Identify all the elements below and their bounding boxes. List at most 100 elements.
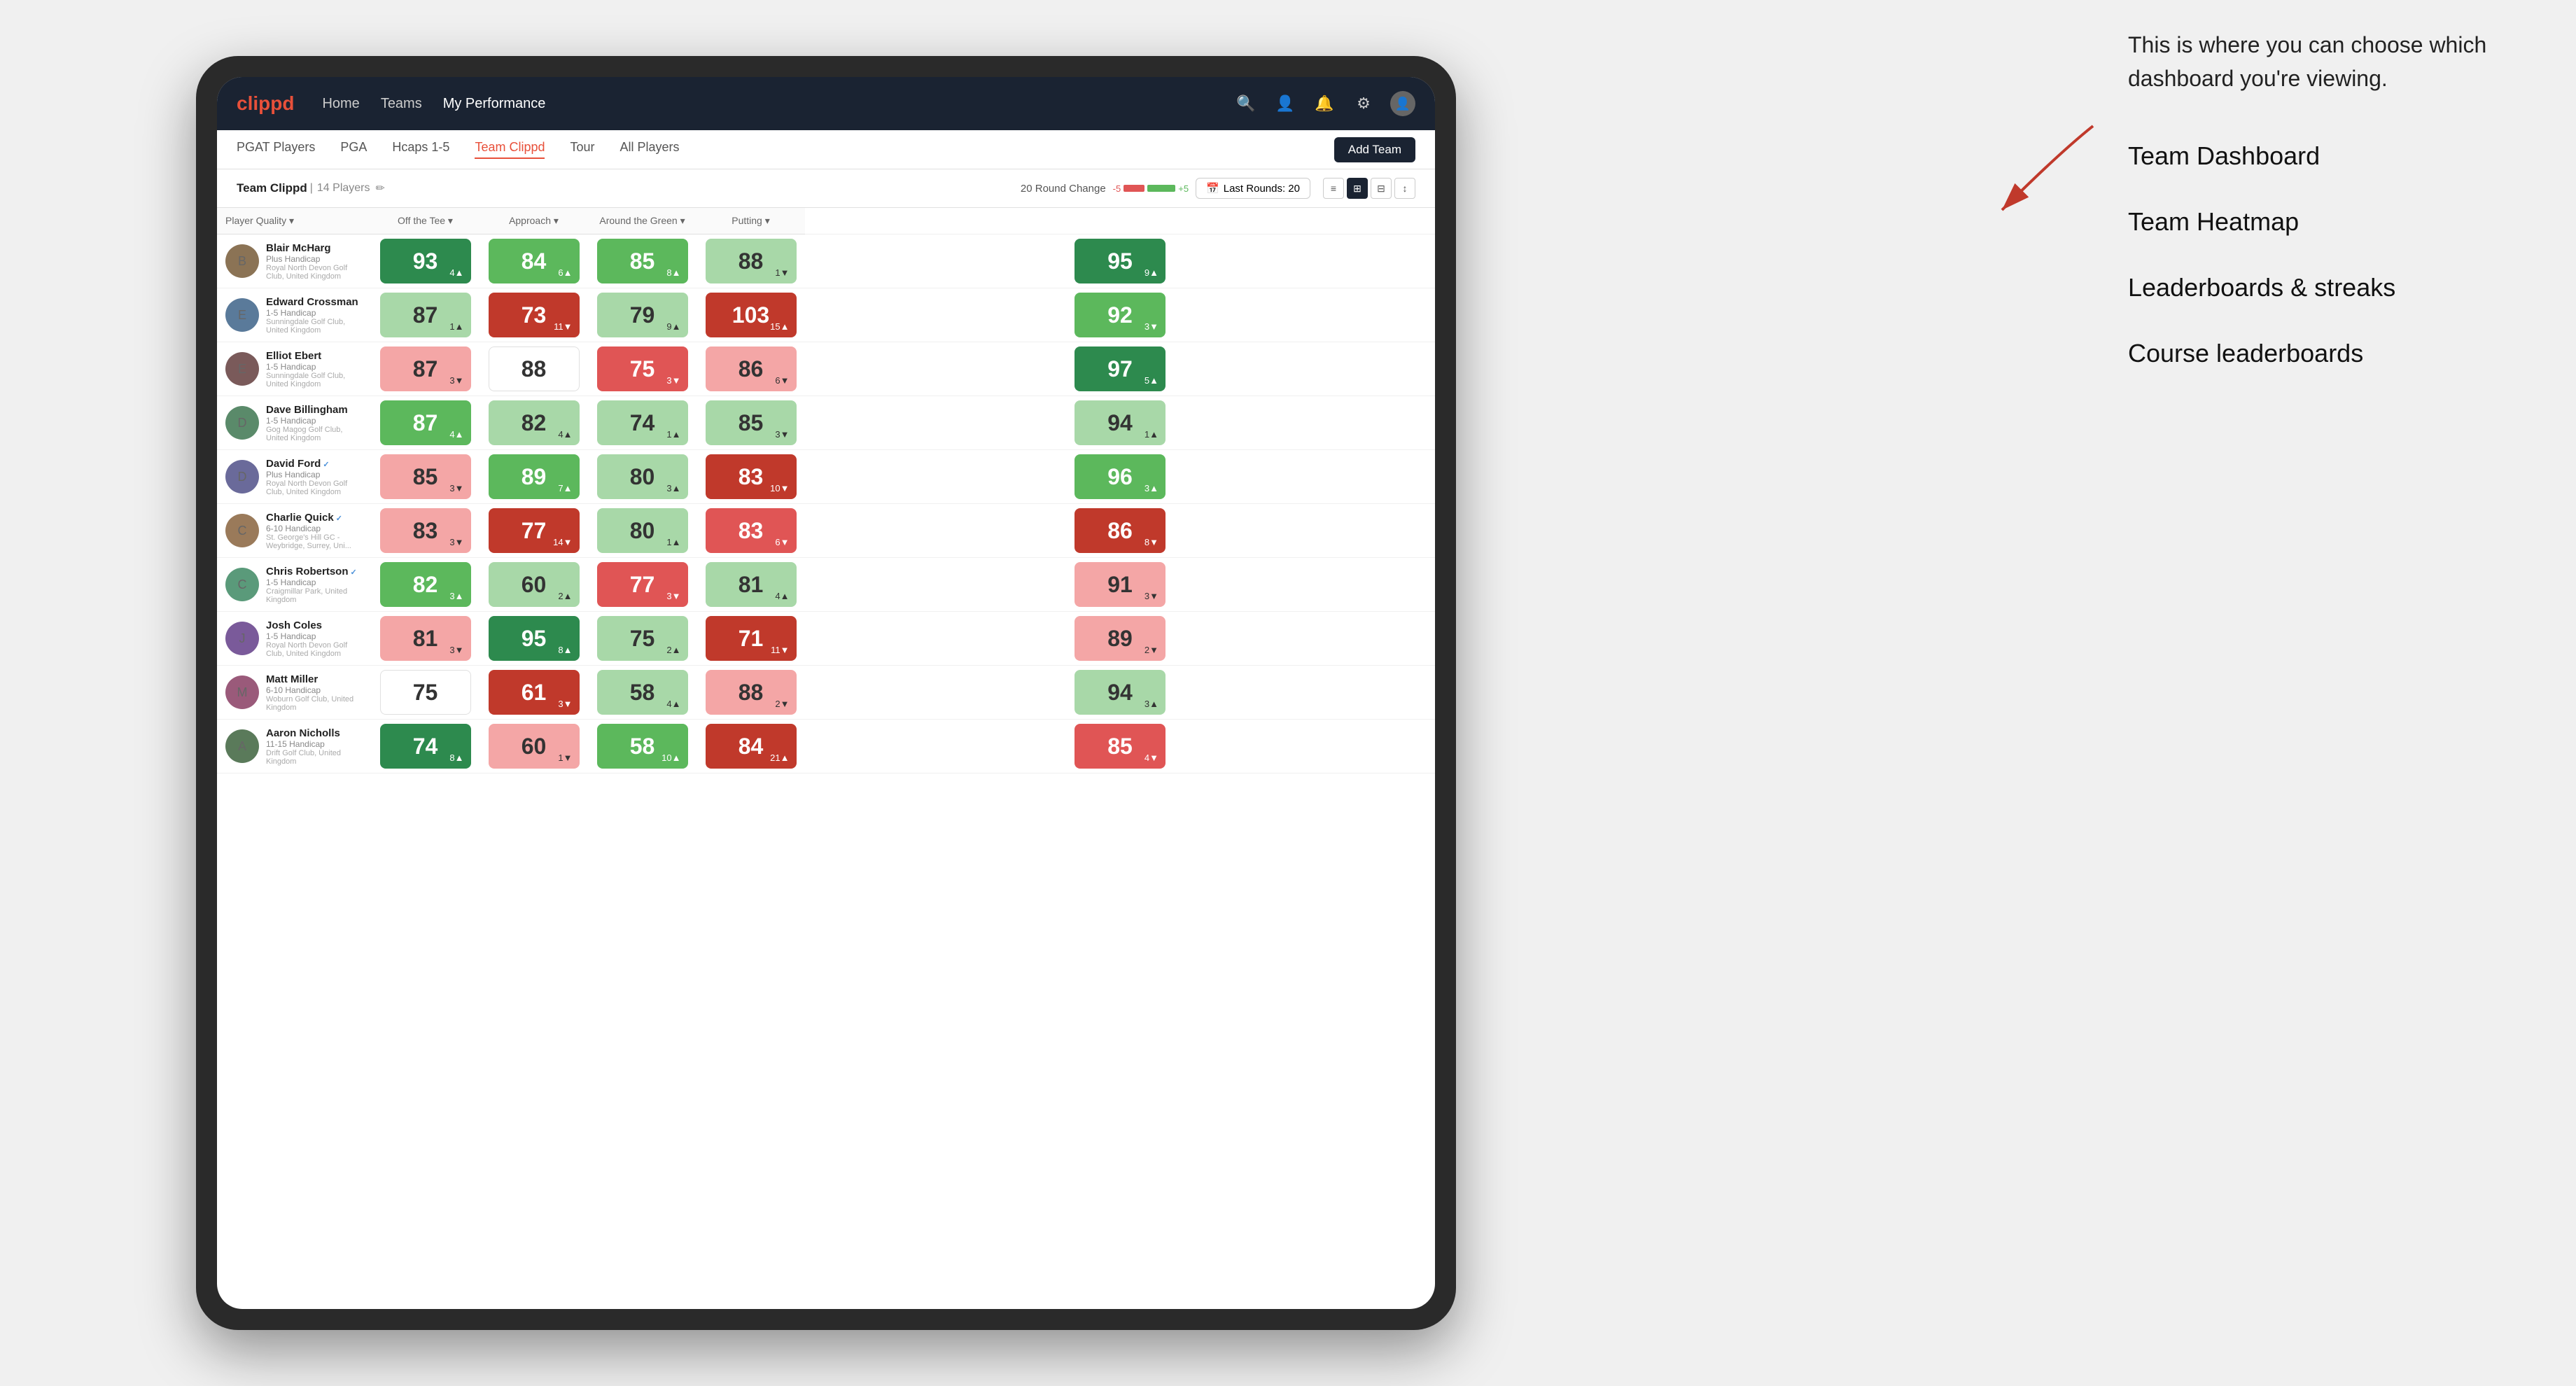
score-putting: 975▲ xyxy=(805,342,1435,396)
player-club: Royal North Devon Golf Club, United King… xyxy=(266,264,363,281)
col-header-approach[interactable]: Approach ▾ xyxy=(479,208,588,234)
table-row[interactable]: CCharlie Quick✓6-10 HandicapSt. George's… xyxy=(217,504,1435,558)
table-row[interactable]: AAaron Nicholls11-15 HandicapDrift Golf … xyxy=(217,720,1435,774)
score-approach: 801▲ xyxy=(588,504,696,558)
tab-pgat-players[interactable]: PGAT Players xyxy=(237,140,315,159)
table-row[interactable]: DDavid Ford✓Plus HandicapRoyal North Dev… xyxy=(217,450,1435,504)
nav-teams[interactable]: Teams xyxy=(381,96,422,112)
score-putting: 892▼ xyxy=(805,612,1435,666)
player-handicap: Plus Handicap xyxy=(266,470,363,479)
player-cell: CChris Robertson✓1-5 HandicapCraigmillar… xyxy=(217,559,371,611)
score-value: 81 xyxy=(413,626,438,652)
round-change-area: 20 Round Change -5 +5 📅 Last Rounds: 20 … xyxy=(1021,178,1415,199)
score-off_tee: 601▼ xyxy=(479,720,588,774)
score-change: 3▼ xyxy=(1144,591,1158,601)
table-row[interactable]: CChris Robertson✓1-5 HandicapCraigmillar… xyxy=(217,558,1435,612)
annotation-item-0: Team Dashboard xyxy=(2128,137,2548,175)
add-team-button[interactable]: Add Team xyxy=(1334,137,1415,162)
nav-my-performance[interactable]: My Performance xyxy=(443,96,546,112)
score-around_green: 866▼ xyxy=(696,342,805,396)
round-bar: -5 +5 xyxy=(1113,183,1189,194)
player-club: Royal North Devon Golf Club, United King… xyxy=(266,479,363,496)
score-change: 8▼ xyxy=(1144,537,1158,547)
player-club: Royal North Devon Golf Club, United King… xyxy=(266,641,363,658)
last-rounds-button[interactable]: 📅 Last Rounds: 20 xyxy=(1196,178,1310,199)
settings-icon[interactable]: ⚙ xyxy=(1351,91,1376,116)
score-approach: 753▼ xyxy=(588,342,696,396)
annotation-list: Team Dashboard Team Heatmap Leaderboards… xyxy=(2128,137,2548,372)
player-avatar: B xyxy=(225,244,259,278)
nav-home[interactable]: Home xyxy=(322,96,359,112)
score-change: 2▲ xyxy=(666,645,680,655)
score-value: 96 xyxy=(1107,464,1133,490)
score-player_quality: 833▼ xyxy=(371,504,479,558)
score-change: 21▲ xyxy=(770,752,789,763)
table-row[interactable]: MMatt Miller6-10 HandicapWoburn Golf Clu… xyxy=(217,666,1435,720)
col-header-player[interactable]: Player Quality ▾ xyxy=(217,208,371,234)
col-header-off-tee[interactable]: Off the Tee ▾ xyxy=(371,208,479,234)
player-name: Chris Robertson✓ xyxy=(266,566,363,578)
player-avatar: C xyxy=(225,568,259,601)
score-value: 95 xyxy=(522,626,547,652)
score-around_green: 882▼ xyxy=(696,666,805,720)
score-around_green: 814▲ xyxy=(696,558,805,612)
score-change: 9▲ xyxy=(1144,267,1158,278)
score-change: 4▲ xyxy=(558,429,572,440)
tab-team-clippd[interactable]: Team Clippd xyxy=(475,140,545,159)
heatmap-view-icon[interactable]: ⊟ xyxy=(1371,178,1392,199)
tab-pga[interactable]: PGA xyxy=(340,140,367,159)
player-handicap: 1-5 Handicap xyxy=(266,416,363,426)
score-approach: 752▲ xyxy=(588,612,696,666)
player-name: Aaron Nicholls xyxy=(266,727,363,739)
table-row[interactable]: EElliot Ebert1-5 HandicapSunningdale Gol… xyxy=(217,342,1435,396)
col-header-putting[interactable]: Putting ▾ xyxy=(696,208,805,234)
player-avatar: D xyxy=(225,406,259,440)
avatar[interactable]: 👤 xyxy=(1390,91,1415,116)
table-row[interactable]: DDave Billingham1-5 HandicapGog Magog Go… xyxy=(217,396,1435,450)
score-around_green: 8310▼ xyxy=(696,450,805,504)
table-row[interactable]: EEdward Crossman1-5 HandicapSunningdale … xyxy=(217,288,1435,342)
score-player_quality: 871▲ xyxy=(371,288,479,342)
score-player_quality: 75 xyxy=(371,666,479,720)
player-name: Edward Crossman xyxy=(266,296,363,308)
search-icon[interactable]: 🔍 xyxy=(1233,91,1259,116)
player-info: Dave Billingham1-5 HandicapGog Magog Gol… xyxy=(266,404,363,442)
score-value: 80 xyxy=(630,518,655,544)
player-name: Charlie Quick✓ xyxy=(266,512,363,524)
score-off_tee: 602▲ xyxy=(479,558,588,612)
tab-hcaps[interactable]: Hcaps 1-5 xyxy=(392,140,449,159)
player-handicap: 6-10 Handicap xyxy=(266,685,363,695)
score-off_tee: 958▲ xyxy=(479,612,588,666)
player-handicap: Plus Handicap xyxy=(266,254,363,264)
col-header-around-green[interactable]: Around the Green ▾ xyxy=(588,208,696,234)
score-change: 1▲ xyxy=(1144,429,1158,440)
player-avatar: C xyxy=(225,514,259,547)
table-row[interactable]: JJosh Coles1-5 HandicapRoyal North Devon… xyxy=(217,612,1435,666)
score-value: 87 xyxy=(413,410,438,436)
score-value: 73 xyxy=(522,302,547,328)
grid-view-icon[interactable]: ⊞ xyxy=(1347,178,1368,199)
nav-bar: clippd Home Teams My Performance 🔍 👤 🔔 ⚙… xyxy=(217,77,1435,130)
annotation-area: This is where you can choose which dashb… xyxy=(2128,28,2548,400)
score-around_green: 10315▲ xyxy=(696,288,805,342)
score-change: 4▼ xyxy=(1144,752,1158,763)
score-change: 1▼ xyxy=(775,267,789,278)
sort-icon[interactable]: ↕ xyxy=(1394,178,1415,199)
score-player_quality: 873▼ xyxy=(371,342,479,396)
player-cell: CCharlie Quick✓6-10 HandicapSt. George's… xyxy=(217,505,371,557)
annotation-item-2: Leaderboards & streaks xyxy=(2128,269,2548,307)
score-off_tee: 897▲ xyxy=(479,450,588,504)
bell-icon[interactable]: 🔔 xyxy=(1312,91,1337,116)
score-change: 10▼ xyxy=(770,483,789,493)
tab-all-players[interactable]: All Players xyxy=(620,140,680,159)
edit-icon[interactable]: ✏ xyxy=(376,181,385,195)
score-value: 84 xyxy=(522,248,547,274)
score-around_green: 7111▼ xyxy=(696,612,805,666)
table-row[interactable]: BBlair McHargPlus HandicapRoyal North De… xyxy=(217,234,1435,288)
tab-tour[interactable]: Tour xyxy=(570,140,594,159)
player-name: Matt Miller xyxy=(266,673,363,685)
list-view-icon[interactable]: ≡ xyxy=(1323,178,1344,199)
user-icon[interactable]: 👤 xyxy=(1273,91,1298,116)
score-value: 58 xyxy=(630,734,655,760)
score-change: 5▲ xyxy=(1144,375,1158,386)
